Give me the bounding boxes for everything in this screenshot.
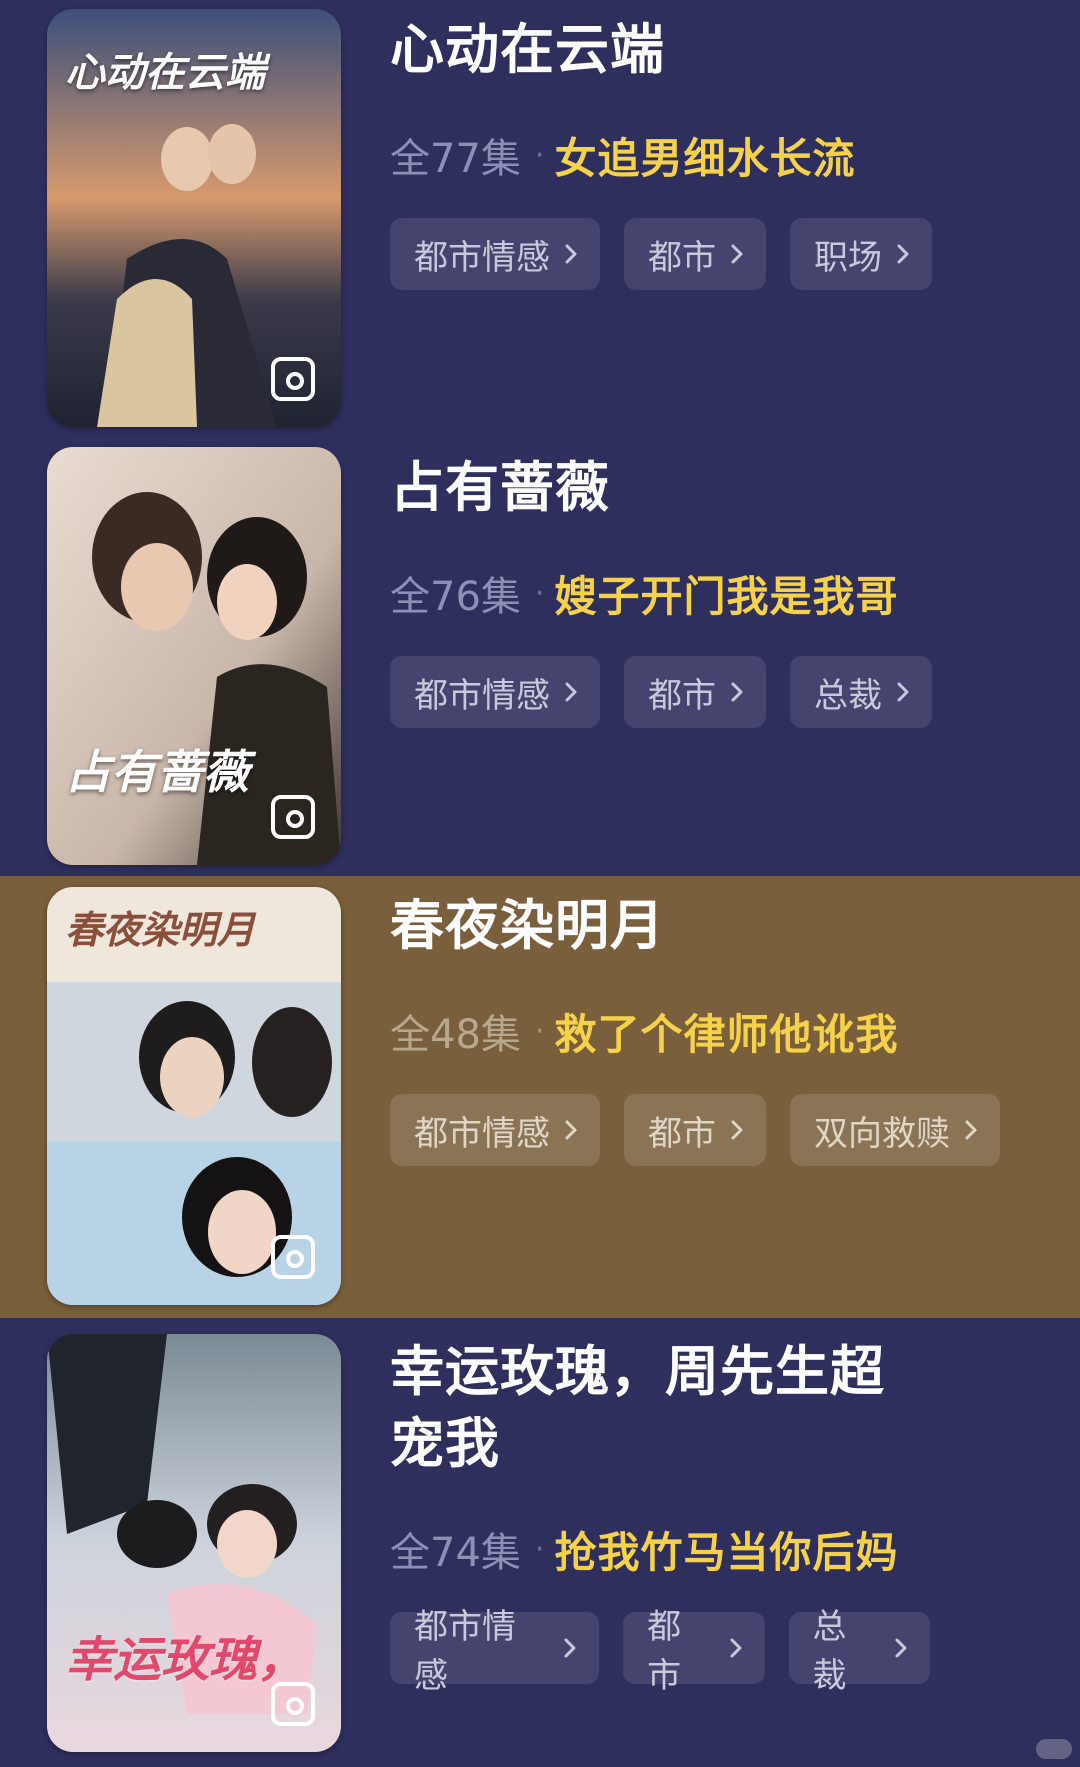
- drama-title[interactable]: 心动在云端: [390, 14, 1050, 86]
- tag-chip[interactable]: 总裁: [790, 656, 932, 728]
- episode-count: 全74集: [390, 1530, 521, 1576]
- tag-chip[interactable]: 都市情感: [390, 656, 600, 728]
- chevron-right-icon: [731, 1120, 743, 1140]
- chevron-right-icon: [564, 1638, 576, 1658]
- chevron-right-icon: [895, 1638, 907, 1658]
- picture-in-picture-icon[interactable]: [269, 353, 321, 405]
- drama-title[interactable]: 占有蔷薇: [390, 452, 1050, 524]
- picture-in-picture-icon[interactable]: [269, 1678, 321, 1730]
- drama-title[interactable]: 幸运玫瑰，周先生超宠我: [390, 1336, 930, 1480]
- tag-chip[interactable]: 都市: [623, 1607, 765, 1696]
- episode-count: 全76集: [390, 574, 521, 620]
- separator-dot: ·: [534, 575, 545, 611]
- tag-chip[interactable]: 都市情感: [390, 1094, 600, 1166]
- drama-card[interactable]: 幸运玫瑰， 幸运玫瑰，周先生超宠我 全74集 · 抢我竹马当你后妈 都市情感 都…: [0, 1318, 1080, 1767]
- chevron-right-icon: [731, 682, 743, 702]
- picture-in-picture-icon[interactable]: [269, 791, 321, 843]
- tag-row: 都市情感 都市 双向救赎: [390, 1094, 1050, 1166]
- tagline: 女追男细水长流: [554, 133, 856, 183]
- poster-title: 占有蔷薇: [65, 745, 249, 799]
- chevron-right-icon: [897, 244, 909, 264]
- chevron-right-icon: [565, 682, 577, 702]
- tagline: 救了个律师他讹我: [554, 1009, 899, 1059]
- tag-chip[interactable]: 双向救赎: [790, 1094, 1000, 1166]
- drama-list: 心动在云端 心动在云端 全77集 · 女追男细水长流 都市情感 都市 职场 占有…: [0, 0, 1080, 1767]
- drama-card[interactable]: 心动在云端 心动在云端 全77集 · 女追男细水长流 都市情感 都市 职场: [0, 0, 1080, 438]
- tag-row: 都市情感 都市 总裁: [390, 1607, 930, 1696]
- chevron-right-icon: [731, 244, 743, 264]
- chevron-right-icon: [730, 1638, 742, 1658]
- episode-count: 全77集: [390, 136, 521, 182]
- tag-chip[interactable]: 职场: [790, 218, 932, 290]
- poster[interactable]: 春夜染明月: [47, 887, 341, 1305]
- tag-chip[interactable]: 都市: [624, 656, 766, 728]
- episode-count: 全48集: [390, 1012, 521, 1058]
- tag-row: 都市情感 都市 总裁: [390, 656, 1050, 728]
- picture-in-picture-icon[interactable]: [269, 1231, 321, 1283]
- tagline: 抢我竹马当你后妈: [554, 1527, 899, 1577]
- poster[interactable]: 幸运玫瑰，: [47, 1334, 341, 1752]
- drama-title[interactable]: 春夜染明月: [390, 890, 1050, 962]
- poster-title: 心动在云端: [65, 49, 265, 96]
- tag-chip[interactable]: 都市情感: [390, 218, 600, 290]
- poster-title: 春夜染明月: [65, 907, 256, 952]
- tag-chip[interactable]: 总裁: [788, 1607, 930, 1696]
- poster[interactable]: 心动在云端: [47, 9, 341, 427]
- chevron-right-icon: [965, 1120, 977, 1140]
- chevron-right-icon: [897, 682, 909, 702]
- chevron-right-icon: [565, 244, 577, 264]
- separator-dot: ·: [534, 1531, 545, 1567]
- tag-chip[interactable]: 都市: [624, 218, 766, 290]
- chevron-right-icon: [565, 1120, 577, 1140]
- tag-chip[interactable]: 都市: [624, 1094, 766, 1166]
- tag-chip[interactable]: 都市情感: [390, 1607, 600, 1696]
- tag-row: 都市情感 都市 职场: [390, 218, 1050, 290]
- drama-card[interactable]: 春夜染明月 春夜染明月 全48集 · 救了个律师他讹我 都市情感 都市 双向救赎: [0, 876, 1080, 1318]
- watermark-badge: [1036, 1739, 1072, 1759]
- drama-card[interactable]: 占有蔷薇 占有蔷薇 全76集 · 嫂子开门我是我哥 都市情感 都市 总裁: [0, 438, 1080, 876]
- separator-dot: ·: [534, 137, 545, 173]
- poster[interactable]: 占有蔷薇: [47, 447, 341, 865]
- tagline: 嫂子开门我是我哥: [554, 571, 899, 621]
- separator-dot: ·: [534, 1013, 545, 1049]
